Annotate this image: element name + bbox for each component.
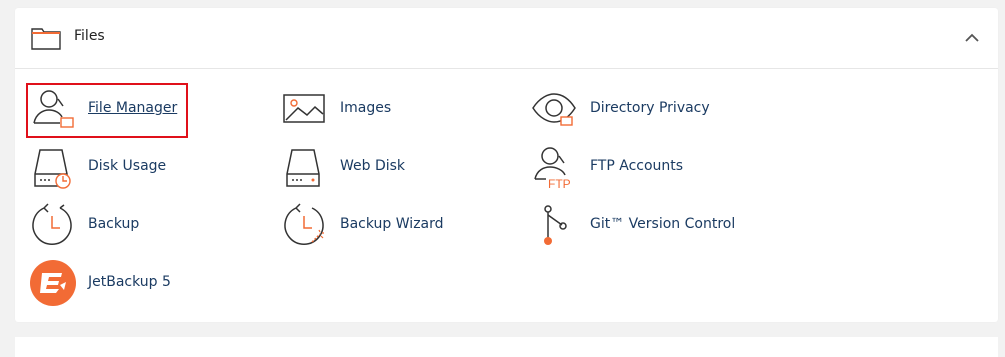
web-disk-icon — [286, 149, 320, 187]
item-label: Disk Usage — [88, 158, 167, 174]
images-icon — [283, 94, 325, 123]
chevron-up-icon[interactable] — [962, 30, 982, 46]
item-label: FTP Accounts — [590, 158, 684, 174]
git-version-control-link[interactable]: Git™ Version Control — [532, 202, 752, 254]
highlight-box — [26, 83, 188, 138]
item-label: Web Disk — [340, 158, 406, 174]
ftp-accounts-icon: FTP — [534, 147, 571, 190]
item-label: JetBackup 5 — [88, 274, 171, 290]
backup-link[interactable]: Backup — [30, 202, 170, 254]
git-icon — [544, 205, 567, 245]
jetbackup-link[interactable]: JetBackup 5 — [30, 260, 190, 312]
item-label: Backup — [88, 216, 140, 232]
directory-privacy-link[interactable]: Directory Privacy — [532, 86, 732, 138]
web-disk-link[interactable]: Web Disk — [282, 144, 422, 196]
section-title: Files — [74, 28, 105, 44]
folder-icon — [31, 28, 61, 50]
ftp-icon-text: FTP — [548, 177, 571, 190]
item-label: Directory Privacy — [590, 100, 710, 116]
directory-privacy-icon — [532, 93, 576, 126]
backup-icon — [32, 203, 72, 245]
backup-wizard-link[interactable]: Backup Wizard — [282, 202, 444, 254]
disk-usage-link[interactable]: Disk Usage — [30, 144, 190, 196]
item-label: Backup Wizard — [340, 216, 444, 232]
ftp-accounts-link[interactable]: FTP FTP Accounts — [532, 144, 712, 196]
files-panel-header[interactable]: Files — [15, 8, 998, 69]
files-panel: Files File Manager Images Directory Priv — [15, 8, 998, 322]
images-link[interactable]: Images — [282, 86, 422, 138]
disk-usage-icon — [34, 149, 71, 189]
jetbackup-icon — [30, 260, 76, 306]
next-panel — [15, 337, 998, 357]
item-label: Git™ Version Control — [590, 216, 736, 232]
item-label: Images — [340, 100, 392, 116]
backup-wizard-icon — [284, 203, 324, 245]
